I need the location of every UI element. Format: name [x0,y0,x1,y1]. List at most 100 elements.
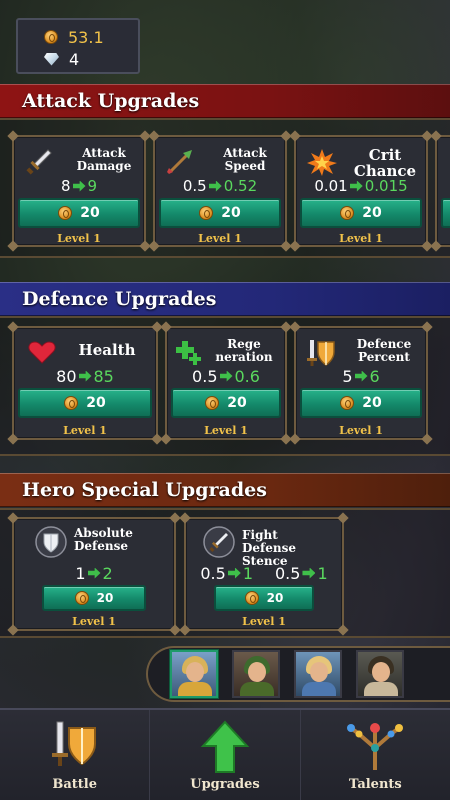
nav-talents[interactable]: Talents [301,710,450,800]
next-value: 9 [87,177,98,195]
stat-values: 80 85 [14,366,156,386]
buy-health-button[interactable]: 20 [18,388,152,418]
level-label: Level 1 [57,232,101,245]
cost-label: 20 [86,395,106,411]
sword-shield-icon [51,721,96,766]
level-label: Level 1 [339,424,383,437]
level-label: Level 1 [242,615,286,628]
cost-label: 20 [80,205,100,221]
current-value: 0.5 [182,177,207,195]
explosion-icon [307,149,337,176]
gold-amount: 53.1 [68,27,104,47]
current-value: 0.5 [192,366,218,386]
cost-label: 20 [266,591,284,605]
sword-circle-icon [203,526,235,558]
card-title-line2: neration [215,350,273,364]
currency-panel: 53.1 4 [16,18,140,74]
buy-defence-percent-button[interactable]: 20 [300,388,422,418]
bottom-navigation: Battle Upgrades Talents [0,708,450,800]
stat-values: 0.5 0.6 [167,366,285,386]
cost-label: 20 [362,395,382,411]
buy-fight-defense-stence-button[interactable]: 20 [214,585,314,611]
arrow-right-icon [354,370,368,382]
stat-values: 8 9 [14,177,144,195]
arrow-icon [167,150,192,174]
regeneration-plus-icon [176,341,201,365]
crit-chance-card: Crit Chance 0.01 0.015 20 Level 1 [289,130,433,252]
cost-label: 20 [227,395,247,411]
card-title-line1: Health [78,341,136,359]
card-title-line1: Crit [368,146,402,164]
nav-upgrades-label: Upgrades [190,777,260,792]
next-value: 1 [242,563,253,583]
cost-label: 20 [96,591,114,605]
heart-icon [28,341,56,364]
gem-row: 4 [44,48,138,70]
gold-coin-icon [340,206,355,220]
buy-crit-chance-button[interactable]: 20 [300,198,422,228]
buy-regeneration-button[interactable]: 20 [171,388,281,418]
gold-coin-icon [64,396,79,410]
card-title-line2: Percent [358,350,410,364]
health-card: Health 80 85 20 Level 1 [7,321,163,445]
current-value: 1 [75,563,86,583]
gold-row: 53.1 [44,26,138,48]
stat-values: 5 6 [296,366,426,386]
next-value: 0.6 [234,366,260,386]
hero-portrait-mage[interactable] [356,650,404,698]
arrow-right-icon [87,567,101,579]
arrow-right-icon [227,567,241,579]
cost-label: 20 [362,205,382,221]
buy-absolute-defense-button[interactable]: 20 [42,585,146,611]
gold-coin-icon [199,206,214,220]
gold-coin-icon [205,396,220,410]
level-label: Level 1 [63,424,107,437]
arrow-right-icon [72,180,86,192]
regeneration-card: Rege neration 0.5 0.6 20 Level 1 [160,321,292,445]
gold-coin-icon [44,30,58,44]
hero-special-upgrades-header: Hero Special Upgrades [0,473,450,507]
stat-values: 0.5 1 0.5 1 [186,563,342,583]
next-value: 0.52 [223,177,258,195]
card-title-line2: Defense [74,539,128,553]
current-value: 5 [342,366,353,386]
current-value-2: 0.5 [275,563,301,583]
gem-amount: 4 [69,49,80,69]
hero-portrait-elf[interactable] [294,650,342,698]
card-title-line2: Damage [76,159,132,173]
nav-battle-label: Battle [52,777,97,792]
next-value: 0.015 [364,177,408,195]
fight-defense-stence-card: Fight Defense Stence 0.5 1 0.5 1 20 Leve… [179,512,349,636]
hero-portrait-ranger[interactable] [232,650,280,698]
buy-next-attack-button[interactable] [441,198,450,228]
stat-values: 0.5 0.52 [155,177,285,195]
nav-battle[interactable]: Battle [0,710,151,800]
absolute-defense-card: Absolute Defense 1 2 20 Level 1 [7,512,181,636]
next-value-2: 1 [317,563,328,583]
shield-icon [35,526,67,558]
current-value: 80 [56,366,77,386]
gem-icon [44,52,59,66]
stat-values: 0.01 0.015 [296,177,426,195]
level-label: Level 1 [72,615,116,628]
defence-percent-card: Defence Percent 5 6 20 Level 1 [289,321,433,445]
hero-portrait-paladin[interactable] [170,650,218,698]
talent-tree-icon [347,723,404,770]
sword-shield-icon [307,340,335,366]
next-value: 2 [102,563,113,583]
attack-upgrades-header: Attack Upgrades [0,84,450,118]
card-title-line2: Speed [224,159,266,173]
gold-coin-icon [58,206,73,220]
gold-coin-icon [244,591,259,605]
defence-upgrades-header: Defence Upgrades [0,282,450,316]
attack-damage-card: Attack Damage 8 9 20 Level 1 [7,130,151,252]
current-value: 8 [60,177,71,195]
nav-talents-label: Talents [348,777,402,792]
nav-upgrades[interactable]: Upgrades [150,710,301,800]
buy-attack-speed-button[interactable]: 20 [159,198,281,228]
attack-speed-card: Attack Speed 0.5 0.52 20 Level 1 [148,130,292,252]
current-value: 0.01 [314,177,348,195]
next-value: 85 [93,366,114,386]
buy-attack-damage-button[interactable]: 20 [18,198,140,228]
arrow-right-icon [219,370,233,382]
